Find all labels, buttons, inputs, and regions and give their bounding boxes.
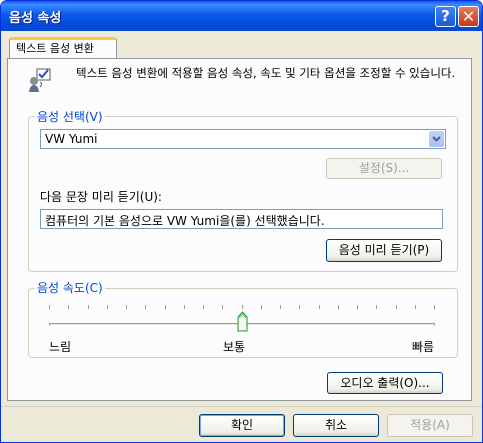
voice-properties-window: 음성 속성 ? ✕ 텍스트 음성 변환 텍스트 음성 변환에 적용할 음성 속성… (0, 0, 483, 443)
apply-button[interactable]: 적용(A) (387, 414, 473, 437)
slider-tick (299, 305, 300, 309)
slider-tick (222, 305, 223, 309)
help-button[interactable]: ? (435, 6, 456, 27)
speed-normal-label: 보통 (223, 340, 246, 354)
slider-tick (203, 305, 204, 309)
slider-tick (376, 305, 377, 309)
speed-fast-label: 빠름 (412, 340, 435, 354)
slider-tick (280, 305, 281, 309)
window-title: 음성 속성 (9, 11, 62, 26)
slider-tick (107, 305, 108, 309)
tab-text-to-speech[interactable]: 텍스트 음성 변환 (9, 37, 117, 59)
slider-tick (415, 305, 416, 309)
slider-tick (261, 305, 262, 309)
selected-voice: VW Yumi (45, 132, 98, 146)
slider-tick (434, 305, 435, 309)
slider-tick (49, 305, 50, 309)
description-text: 텍스트 음성 변환에 적용할 음성 속성, 속도 및 기타 옵션을 조정할 수 … (76, 66, 456, 80)
slider-tick (242, 305, 243, 309)
slider-tick (88, 305, 89, 309)
slider-tick (184, 305, 185, 309)
settings-button[interactable]: 설정(S)... (326, 158, 442, 179)
preview-text-field[interactable]: 컴퓨터의 기본 음성으로 VW Yumi을(를) 선택했습니다. (40, 209, 443, 229)
preview-voice-button[interactable]: 음성 미리 듣기(P) (326, 239, 442, 262)
slider-tick (145, 305, 146, 309)
voice-speed-legend: 음성 속도(C) (35, 279, 105, 296)
speed-slow-label: 느림 (49, 340, 72, 354)
voice-select-dropdown[interactable]: VW Yumi (40, 129, 446, 149)
slider-tick (357, 305, 358, 309)
slider-tick (126, 305, 127, 309)
slider-tick (68, 305, 69, 309)
speed-slider-thumb[interactable] (237, 311, 248, 332)
close-button[interactable]: ✕ (458, 6, 479, 27)
speech-properties-icon (29, 68, 51, 92)
footer-divider (1, 406, 482, 407)
title-bar[interactable]: 음성 속성 ? ✕ (1, 1, 482, 31)
audio-output-button[interactable]: 오디오 출력(O)... (327, 372, 443, 394)
cancel-button[interactable]: 취소 (293, 414, 379, 437)
ok-button[interactable]: 확인 (199, 414, 285, 437)
slider-tick (319, 305, 320, 309)
voice-selection-legend: 음성 선택(V) (35, 108, 105, 125)
preview-label: 다음 문장 미리 듣기(U): (40, 190, 162, 204)
slider-tick (338, 305, 339, 309)
slider-tick (165, 305, 166, 309)
chevron-down-icon[interactable] (429, 131, 444, 147)
slider-tick (396, 305, 397, 309)
